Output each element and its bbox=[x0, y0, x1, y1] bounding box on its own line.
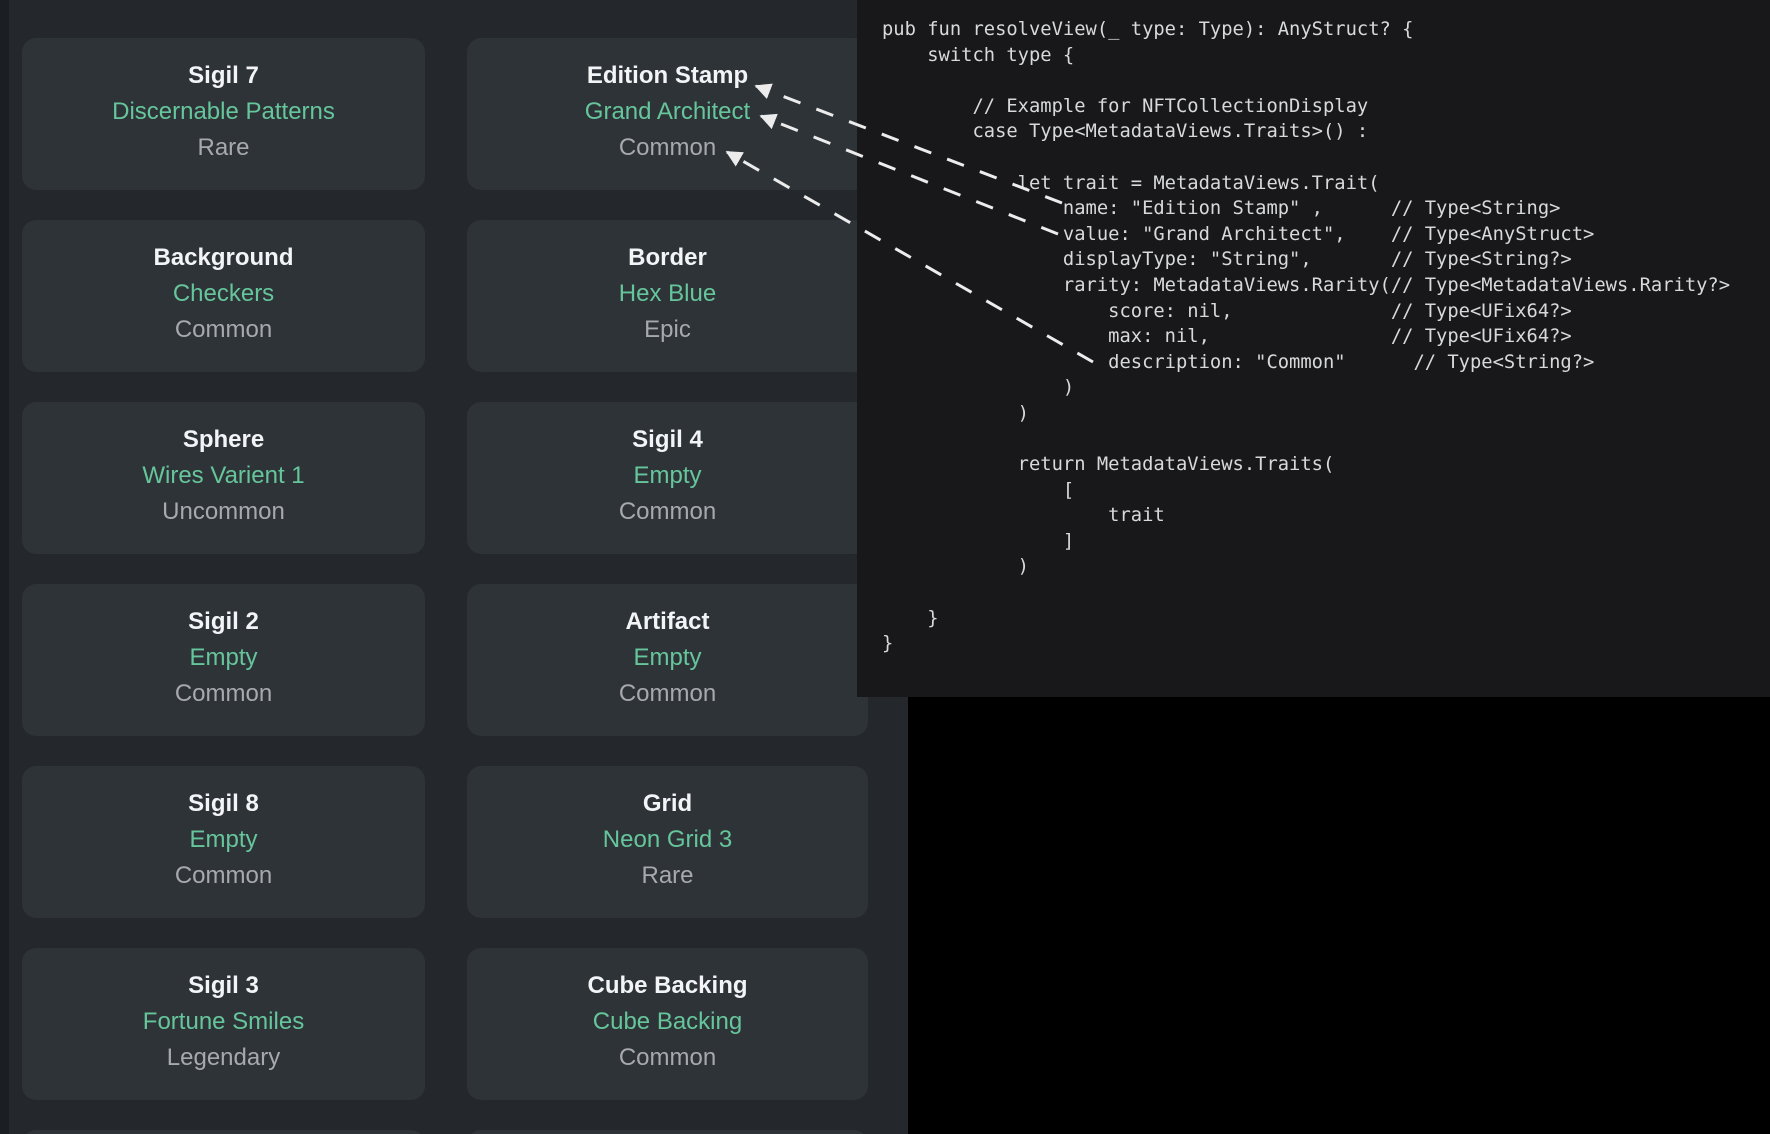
trait-card-grid: Sigil 7Discernable PatternsRareEdition S… bbox=[22, 38, 868, 1134]
trait-name: Artifact bbox=[467, 604, 868, 640]
trait-name: Sigil 7 bbox=[22, 58, 425, 94]
trait-card: Sigil 4EmptyCommon bbox=[467, 402, 868, 554]
trait-rarity: Uncommon bbox=[22, 494, 425, 530]
trait-rarity: Common bbox=[22, 676, 425, 712]
trait-value: Cube Backing bbox=[467, 1004, 868, 1040]
trait-name: Sphere bbox=[22, 422, 425, 458]
trait-rarity: Common bbox=[467, 130, 868, 166]
trait-name: Sigil 2 bbox=[22, 604, 425, 640]
trait-name: Background bbox=[22, 240, 425, 276]
nft-trait-metadata-screen: Sigil 7Discernable PatternsRareEdition S… bbox=[0, 0, 1770, 1134]
trait-card: Edition StampGrand ArchitectCommon bbox=[467, 38, 868, 190]
trait-rarity: Rare bbox=[467, 858, 868, 894]
trait-value: Discernable Patterns bbox=[22, 94, 425, 130]
trait-card: Sigil 7Discernable PatternsRare bbox=[22, 38, 425, 190]
trait-value: Hex Blue bbox=[467, 276, 868, 312]
trait-rarity: Common bbox=[467, 494, 868, 530]
trait-card: Sigil 2EmptyCommon bbox=[22, 584, 425, 736]
trait-card-partial bbox=[22, 1130, 425, 1134]
trait-value: Checkers bbox=[22, 276, 425, 312]
trait-rarity: Legendary bbox=[22, 1040, 425, 1076]
trait-card: Cube BackingCube BackingCommon bbox=[467, 948, 868, 1100]
trait-card-partial bbox=[467, 1130, 868, 1134]
trait-rarity: Common bbox=[467, 676, 868, 712]
trait-value: Empty bbox=[467, 640, 868, 676]
trait-card: BorderHex BlueEpic bbox=[467, 220, 868, 372]
trait-name: Cube Backing bbox=[467, 968, 868, 1004]
trait-name: Sigil 8 bbox=[22, 786, 425, 822]
trait-rarity: Common bbox=[22, 858, 425, 894]
trait-name: Border bbox=[467, 240, 868, 276]
trait-value: Fortune Smiles bbox=[22, 1004, 425, 1040]
trait-card: Sigil 8EmptyCommon bbox=[22, 766, 425, 918]
trait-rarity: Rare bbox=[22, 130, 425, 166]
trait-value: Grand Architect bbox=[467, 94, 868, 130]
trait-rarity: Common bbox=[22, 312, 425, 348]
trait-value: Empty bbox=[22, 822, 425, 858]
trait-card: SphereWires Varient 1Uncommon bbox=[22, 402, 425, 554]
panel-left-edge bbox=[0, 0, 9, 1134]
trait-rarity: Common bbox=[467, 1040, 868, 1076]
trait-card: ArtifactEmptyCommon bbox=[467, 584, 868, 736]
trait-name: Grid bbox=[467, 786, 868, 822]
cadence-code-block: pub fun resolveView(_ type: Type): AnySt… bbox=[857, 0, 1770, 657]
trait-name: Sigil 4 bbox=[467, 422, 868, 458]
trait-name: Sigil 3 bbox=[22, 968, 425, 1004]
trait-rarity: Epic bbox=[467, 312, 868, 348]
trait-card: BackgroundCheckersCommon bbox=[22, 220, 425, 372]
trait-value: Wires Varient 1 bbox=[22, 458, 425, 494]
code-panel: pub fun resolveView(_ type: Type): AnySt… bbox=[857, 0, 1770, 697]
trait-value: Empty bbox=[467, 458, 868, 494]
trait-card: Sigil 3Fortune SmilesLegendary bbox=[22, 948, 425, 1100]
trait-value: Empty bbox=[22, 640, 425, 676]
trait-card: GridNeon Grid 3Rare bbox=[467, 766, 868, 918]
trait-value: Neon Grid 3 bbox=[467, 822, 868, 858]
trait-name: Edition Stamp bbox=[467, 58, 868, 94]
traits-panel: Sigil 7Discernable PatternsRareEdition S… bbox=[0, 0, 908, 1134]
